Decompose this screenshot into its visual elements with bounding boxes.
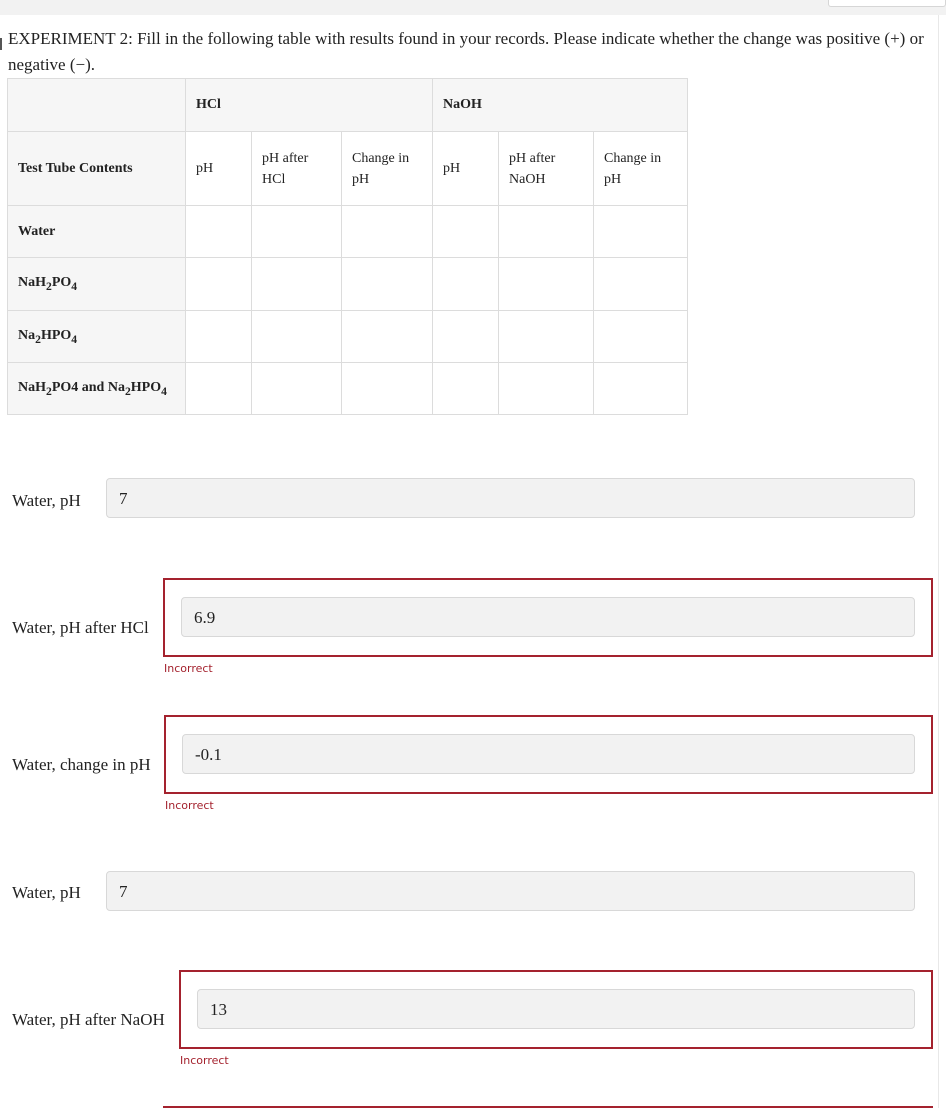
table-cell <box>593 205 688 258</box>
subheader-hcl-ph-after: pH after HCl <box>251 131 342 206</box>
table-cell <box>251 205 342 258</box>
incorrect-feedback: Incorrect <box>180 1054 229 1067</box>
table-cell <box>341 257 433 311</box>
incorrect-feedback: Incorrect <box>164 662 213 675</box>
table-cell <box>498 205 594 258</box>
table-cell <box>185 310 252 363</box>
error-box-ph-after-hcl: 6.9 <box>163 578 933 657</box>
row-label-nah2po4: NaH2PO4 <box>7 257 186 311</box>
top-bar-button[interactable] <box>828 0 946 7</box>
table-cell <box>341 205 433 258</box>
table-group-header-row: HCl NaOH <box>7 78 688 132</box>
table-cell <box>498 310 594 363</box>
row-label-mixture: NaH2PO4 and Na2HPO4 <box>7 362 186 415</box>
question-intro: EXPERIMENT 2: Fill in the following tabl… <box>8 29 924 74</box>
table-cell <box>251 310 342 363</box>
subheader-hcl-ph: pH <box>185 131 252 206</box>
group-header-naoh: NaOH <box>432 78 688 132</box>
water-ph-after-hcl-input[interactable]: 6.9 <box>181 597 915 637</box>
subheader-naoh-ph: pH <box>432 131 499 206</box>
water-change-ph-input[interactable]: -0.1 <box>182 734 915 774</box>
row-header-label: Test Tube Contents <box>7 131 186 206</box>
field-label-water-ph: Water, pH <box>12 491 81 510</box>
subheader-naoh-ph-after: pH after NaOH <box>498 131 594 206</box>
table-cell <box>432 310 499 363</box>
table-cell <box>593 310 688 363</box>
table-row: NaH2PO4 and Na2HPO4 <box>7 362 688 415</box>
error-box-ph-after-naoh: 13 <box>179 970 933 1049</box>
table-cell <box>432 257 499 311</box>
field-label-water-ph-2: Water, pH <box>12 883 81 902</box>
table-row: NaH2PO4 <box>7 257 688 311</box>
field-label-water-ph-after-hcl: Water, pH after HCl <box>12 618 149 637</box>
subheader-hcl-change: Change in pH <box>341 131 433 206</box>
table-cell <box>185 205 252 258</box>
table-cell <box>251 362 342 415</box>
table-cell <box>341 362 433 415</box>
table-cell <box>432 205 499 258</box>
group-header-hcl: HCl <box>185 78 433 132</box>
field-label-water-ph-after-naoh: Water, pH after NaOH <box>12 1010 165 1029</box>
table-row: Water <box>7 205 688 258</box>
water-ph-input-2[interactable]: 7 <box>106 871 915 911</box>
table-cell <box>341 310 433 363</box>
table-cell <box>185 257 252 311</box>
incorrect-feedback: Incorrect <box>165 799 214 812</box>
row-label-na2hpo4: Na2HPO4 <box>7 310 186 363</box>
table-cell <box>498 362 594 415</box>
top-bar <box>0 0 946 15</box>
table-cell <box>498 257 594 311</box>
table-cell <box>185 362 252 415</box>
table-cell <box>432 362 499 415</box>
table-subheader-row: Test Tube Contents pH pH after HCl Chang… <box>7 131 688 206</box>
table-cell <box>593 257 688 311</box>
water-ph-input[interactable]: 7 <box>106 478 915 518</box>
subheader-naoh-change: Change in pH <box>593 131 688 206</box>
scroll-edge <box>938 15 939 1108</box>
field-label-water-change-ph: Water, change in pH <box>12 755 151 774</box>
row-label-water: Water <box>7 205 186 258</box>
table-row: Na2HPO4 <box>7 310 688 363</box>
question-marker <box>0 38 2 50</box>
water-ph-after-naoh-input[interactable]: 13 <box>197 989 915 1029</box>
results-table: HCl NaOH Test Tube Contents pH pH after … <box>7 78 688 415</box>
table-cell <box>251 257 342 311</box>
table-cell <box>593 362 688 415</box>
error-box-change-ph: -0.1 <box>164 715 933 794</box>
table-corner-cell <box>7 78 186 132</box>
